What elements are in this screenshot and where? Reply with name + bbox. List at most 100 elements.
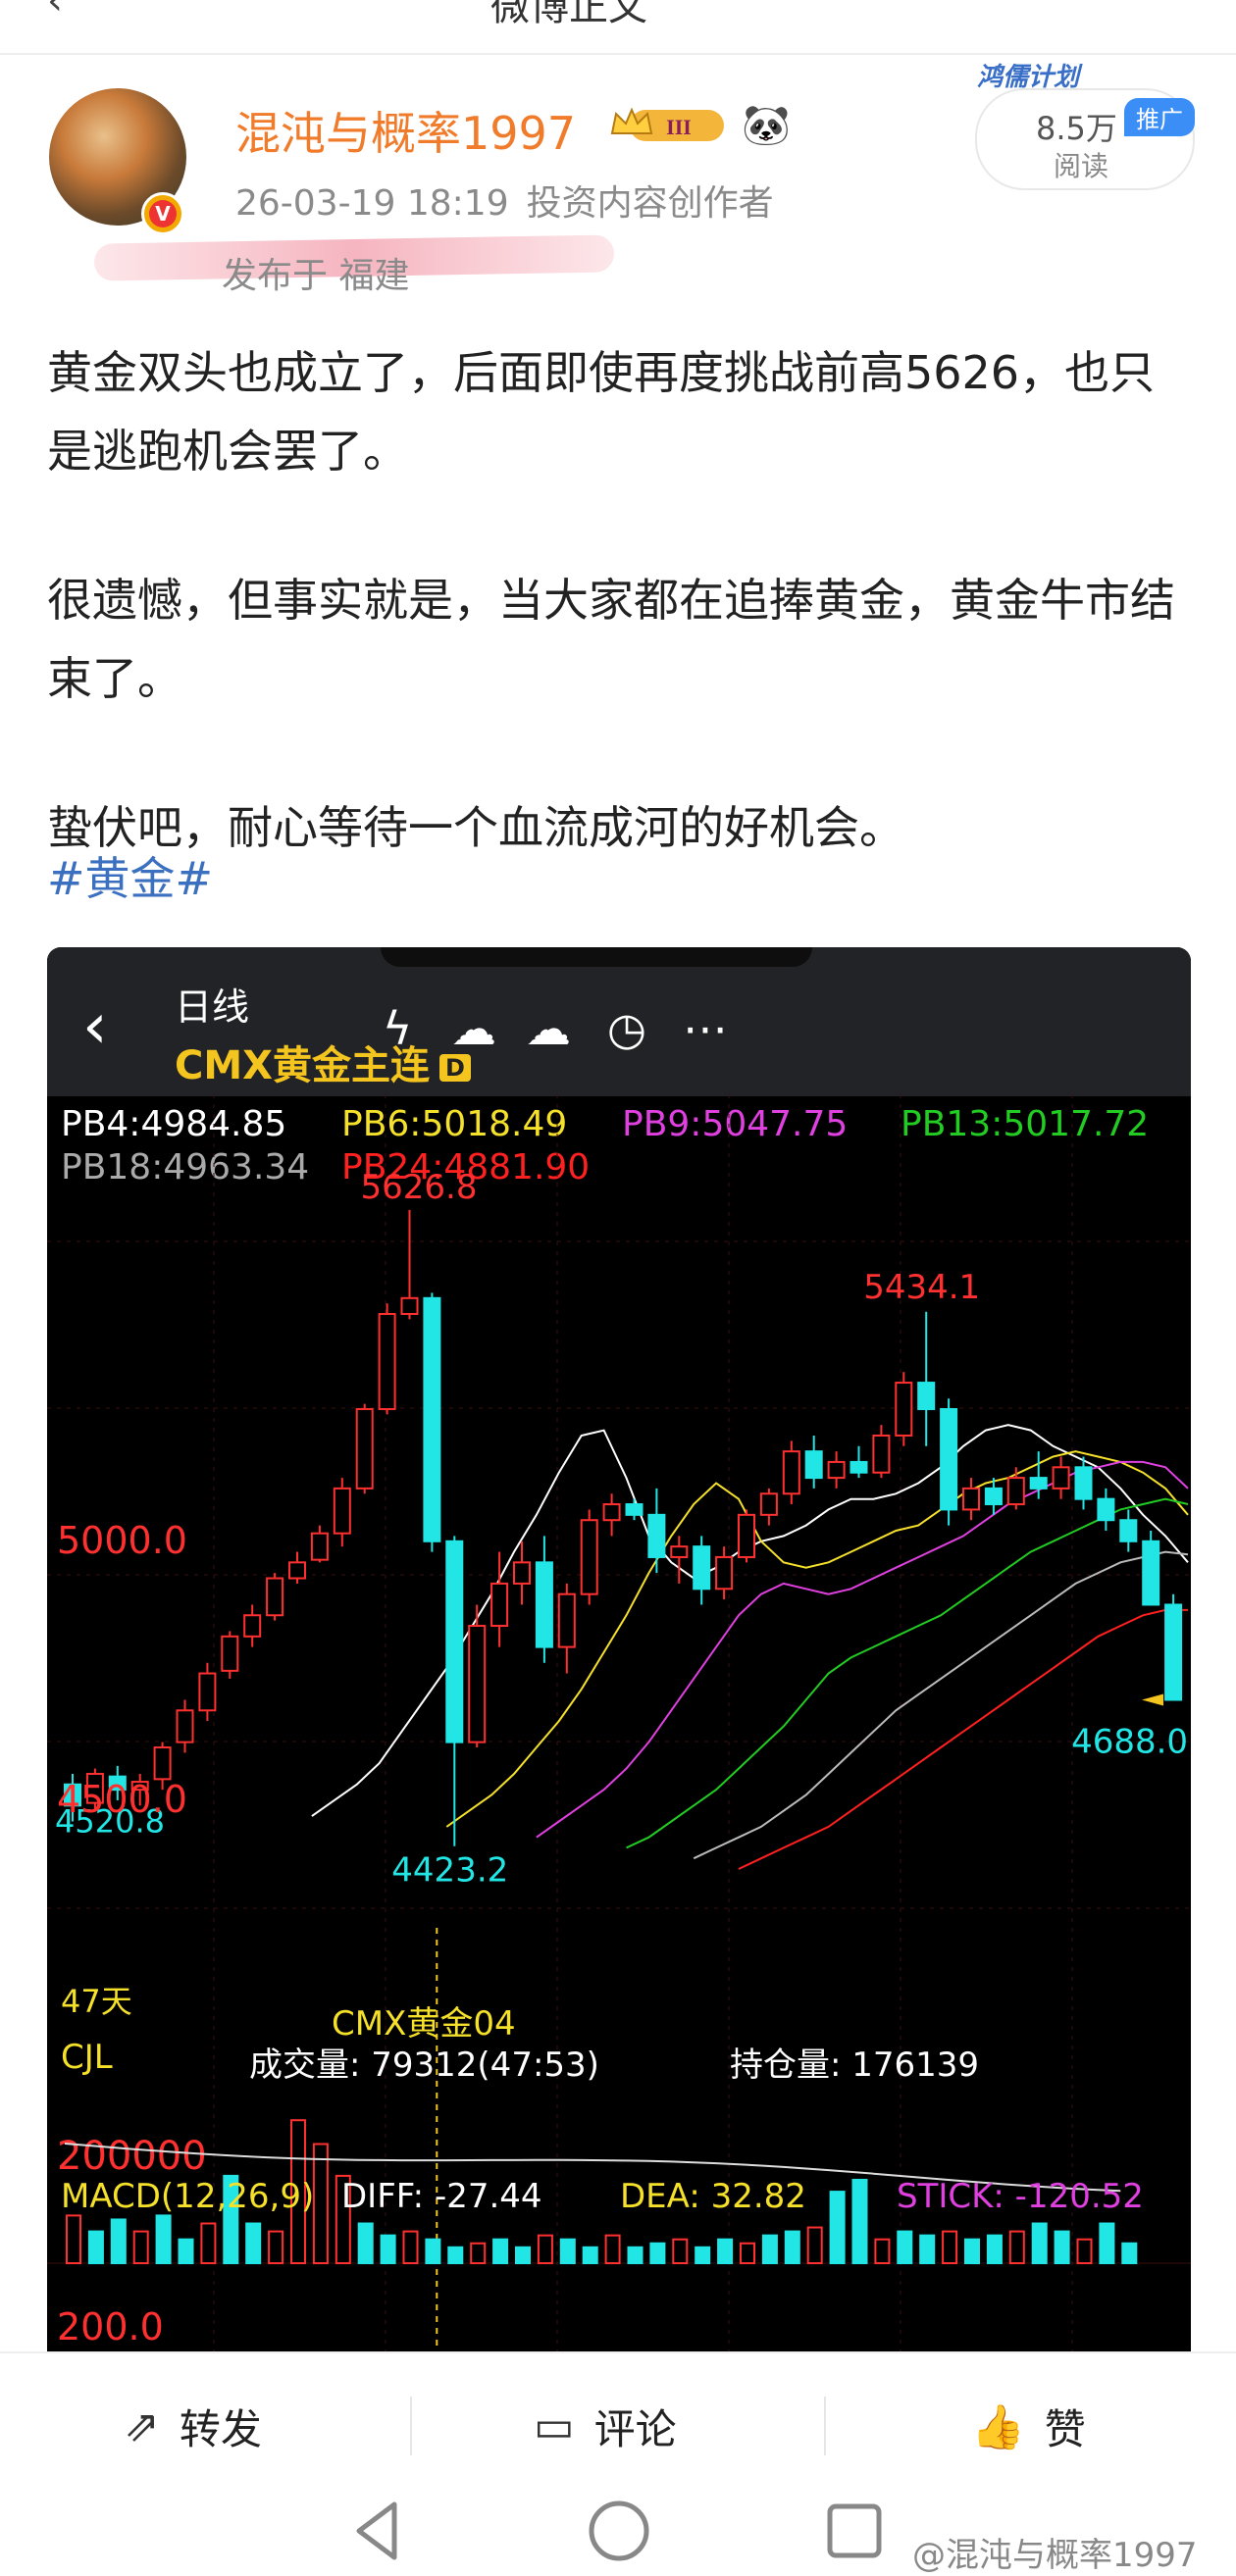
author-role: 投资内容创作者 xyxy=(526,183,774,224)
volume-bar xyxy=(380,2234,396,2265)
promote-tag[interactable]: 推广 xyxy=(1124,98,1195,136)
candle-body xyxy=(782,1450,800,1495)
candle-body xyxy=(333,1487,351,1535)
candle-body xyxy=(221,1635,239,1672)
candle-body xyxy=(984,1487,1003,1506)
divider xyxy=(0,53,1236,55)
candle-body xyxy=(580,1519,598,1595)
author-name[interactable]: 混沌与概率1997 xyxy=(235,98,576,163)
action-bar: ⇗ 转发 ▭ 评论 👍 赞 xyxy=(0,2351,1236,2499)
candle-body xyxy=(535,1561,553,1648)
candle-body xyxy=(1074,1466,1093,1500)
volume-bar xyxy=(357,2222,374,2264)
volume-bar xyxy=(447,2246,464,2265)
volume-bar xyxy=(897,2230,913,2264)
candle-body xyxy=(804,1450,823,1480)
chart-image[interactable]: ‹ 日线 CMX黄金主连 D ϟ ☁ ☁ ◷ ⋯ PB4:4984.85 PB6:… xyxy=(47,947,1191,2353)
nav-recents-icon[interactable] xyxy=(820,2497,889,2565)
top-bar: ‹ 微博正文 xyxy=(0,0,1236,29)
divider xyxy=(410,2397,412,2455)
price-label-last: 4688.0 xyxy=(1071,1723,1188,1762)
candle-body xyxy=(693,1545,711,1591)
repost-label: 转发 xyxy=(179,2405,262,2453)
ma-line-pb6 xyxy=(445,1450,1189,1828)
volume-bar xyxy=(695,2246,711,2265)
nav-back-icon[interactable] xyxy=(343,2497,412,2565)
candle-body xyxy=(962,1487,980,1511)
volume-bar xyxy=(717,2238,734,2264)
volume-tick-label: 200000 xyxy=(57,2134,207,2179)
volume-bar xyxy=(740,2242,755,2264)
watermark: @混沌与概率1997 xyxy=(912,2536,1198,2575)
volume-bar xyxy=(964,2238,980,2264)
price-label-low: 4423.2 xyxy=(391,1851,508,1891)
volume-bar xyxy=(986,2234,1003,2265)
candle-body xyxy=(288,1561,306,1580)
post-paragraph: 很遗憾，但事实就是，当大家都在追捧黄金，黄金牛市结束了。 xyxy=(47,574,1175,705)
chevron-left-icon[interactable]: ‹ xyxy=(47,0,63,24)
volume-bar xyxy=(672,2238,689,2264)
share-icon: ⇗ xyxy=(124,2401,160,2451)
chart-notch xyxy=(381,947,812,967)
cjl-label: CJL xyxy=(61,2038,113,2077)
days-label: 47天 xyxy=(61,1983,132,2020)
reads-pill[interactable]: 鸿儒计划 8.5万 阅读 推广 xyxy=(975,63,1195,190)
volume-bar xyxy=(874,2238,891,2264)
thumbs-up-icon: 👍 xyxy=(971,2401,1025,2452)
repost-button[interactable]: ⇗ 转发 xyxy=(124,2397,262,2456)
volume-bar xyxy=(1076,2238,1093,2264)
comment-button[interactable]: ▭ 评论 xyxy=(534,2397,677,2456)
volume-bar xyxy=(1099,2222,1115,2264)
volume-bar xyxy=(110,2218,127,2264)
volume-bar xyxy=(582,2246,598,2265)
candle-body xyxy=(1097,1497,1115,1522)
ma-line-pb13 xyxy=(626,1497,1189,1849)
volume-bar xyxy=(919,2234,936,2265)
candle-body xyxy=(1052,1466,1070,1490)
candle-body xyxy=(310,1532,329,1561)
y-tick-label: 4500.0 xyxy=(57,1778,187,1821)
volume-bar xyxy=(402,2230,419,2264)
volume-bar xyxy=(268,2230,284,2264)
volume-bar xyxy=(627,2246,644,2265)
volume-bar xyxy=(942,2230,958,2264)
volume-bar xyxy=(1008,2230,1025,2264)
candle-body xyxy=(198,1672,217,1712)
candle-body xyxy=(400,1296,419,1315)
volume-bar xyxy=(470,2242,487,2264)
candle-body xyxy=(647,1513,666,1558)
candle-body xyxy=(1029,1477,1048,1490)
hashtag-link[interactable]: #黄金# xyxy=(47,843,213,908)
volume-bar xyxy=(761,2234,778,2265)
candle-body xyxy=(378,1312,396,1411)
volume-bar xyxy=(806,2226,823,2265)
candle-body xyxy=(738,1513,755,1558)
candle-body xyxy=(1006,1477,1025,1506)
candle-body xyxy=(1119,1519,1138,1542)
volume-bar xyxy=(178,2238,194,2264)
price-label-second-high: 5434.1 xyxy=(863,1268,980,1307)
reads-label: 阅读 xyxy=(1054,150,1109,182)
panda-icon: 🐼 xyxy=(742,103,791,148)
volume-bar xyxy=(87,2230,104,2264)
candle-body xyxy=(355,1408,374,1490)
candle-body xyxy=(423,1296,441,1542)
volume-bar xyxy=(515,2246,531,2265)
candle-body xyxy=(176,1709,194,1743)
candle-body xyxy=(266,1577,284,1617)
open-interest-label: 持仓量: 176139 xyxy=(730,2046,980,2085)
like-button[interactable]: 👍 赞 xyxy=(971,2397,1086,2456)
diff-label: DIFF: -27.44 xyxy=(341,2177,542,2216)
stick-label: STICK: -120.52 xyxy=(897,2177,1144,2216)
post-meta: 26-03-19 18:19 投资内容创作者 xyxy=(235,175,774,226)
page-title: 微博正文 xyxy=(490,0,647,29)
promo-plan-label: 鸿儒计划 xyxy=(977,63,1080,92)
volume-bar xyxy=(851,2178,868,2264)
candle-body xyxy=(557,1592,576,1648)
volume-bar xyxy=(1031,2222,1048,2264)
nav-home-icon[interactable] xyxy=(585,2497,653,2565)
volume-bar xyxy=(245,2222,262,2264)
post-paragraph: 黄金双头也成立了，后面即使再度挑战前高5626，也只是逃跑机会罢了。 xyxy=(47,346,1156,478)
volume-bar xyxy=(492,2238,509,2264)
divider xyxy=(824,2397,826,2455)
